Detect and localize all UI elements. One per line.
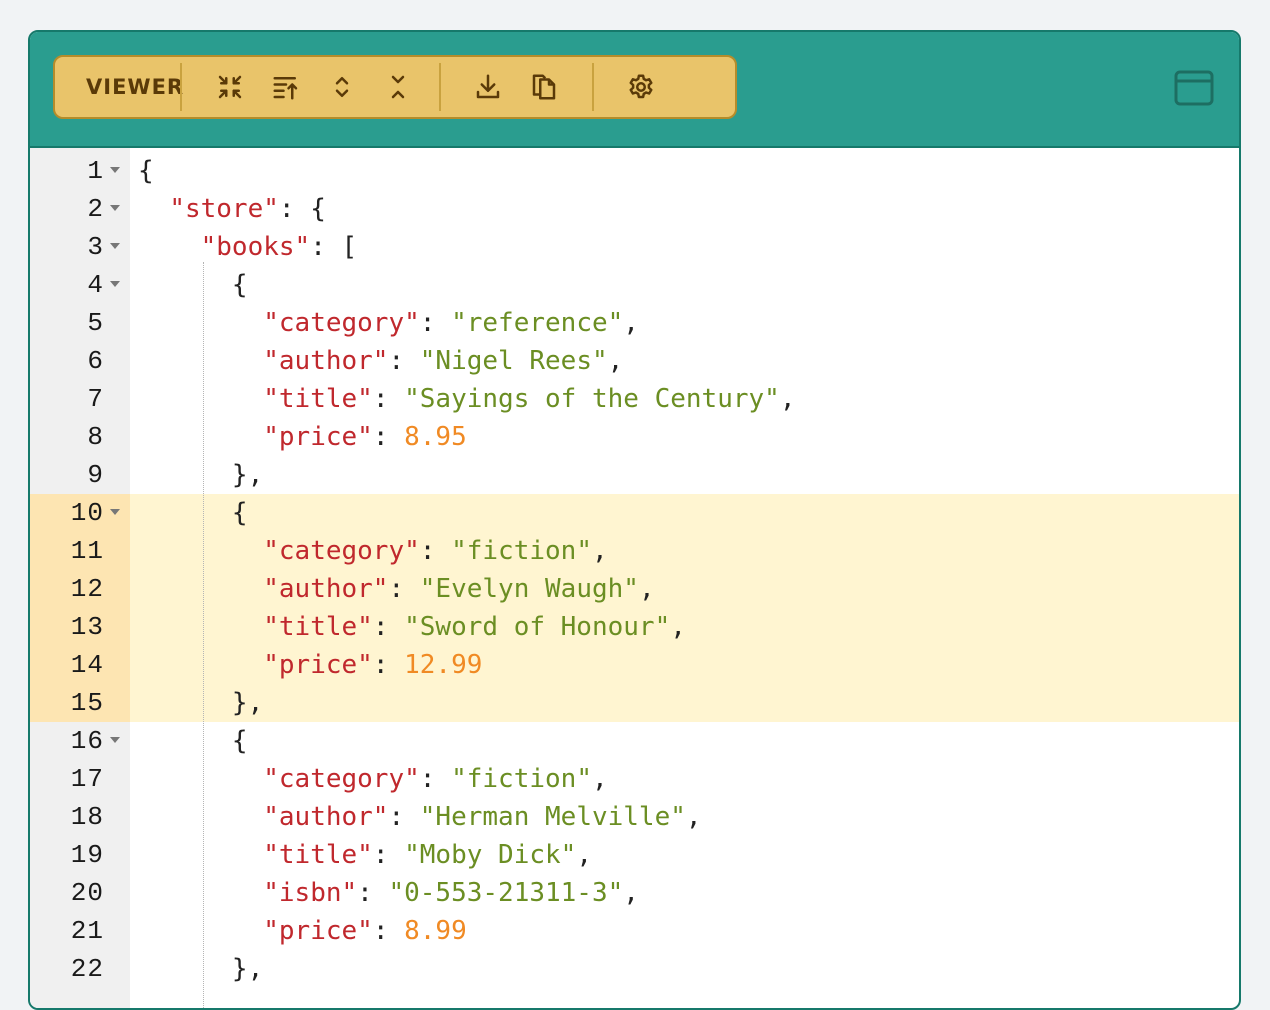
code-text: "title": "Moby Dick",	[263, 840, 592, 870]
line-number: 9	[87, 460, 104, 490]
code-line: 2 "store": {	[30, 190, 1239, 228]
gear-icon	[629, 74, 653, 99]
code-line: 7 "title": "Sayings of the Century",	[30, 380, 1239, 418]
code-text: "title": "Sayings of the Century",	[263, 384, 796, 414]
code-text: "author": "Nigel Rees",	[263, 346, 624, 376]
window-button[interactable]	[1174, 70, 1214, 106]
code-text: "category": "fiction",	[263, 764, 608, 794]
code-text: "store": {	[169, 194, 326, 224]
arrows-inward-icon	[218, 75, 242, 99]
indent-guide	[203, 262, 204, 1008]
fold-toggle-icon[interactable]	[110, 281, 120, 287]
window-icon	[1174, 70, 1214, 106]
code-line: 22 },	[30, 950, 1239, 988]
settings-button[interactable]	[613, 59, 669, 115]
code-text: {	[138, 726, 248, 756]
chevron-up-down-icon	[335, 77, 349, 97]
code-editor[interactable]: 1{2 "store": {3 "books": [4 {5 "category…	[30, 148, 1239, 1008]
code-text: "title": "Sword of Honour",	[263, 612, 686, 642]
fold-toggle-icon[interactable]	[110, 509, 120, 515]
line-number: 14	[70, 650, 104, 680]
download-button[interactable]	[460, 59, 516, 115]
code-line: 12 "author": "Evelyn Waugh",	[30, 570, 1239, 608]
code-text: "author": "Evelyn Waugh",	[263, 574, 655, 604]
code-text: },	[138, 954, 264, 984]
line-number: 20	[70, 878, 104, 908]
line-number: 10	[70, 498, 104, 528]
line-number: 4	[87, 270, 104, 300]
code-line: 5 "category": "reference",	[30, 304, 1239, 342]
code-text: {	[138, 498, 248, 528]
chevron-down-up-icon	[391, 75, 405, 99]
download-icon	[476, 74, 500, 99]
line-number: 16	[70, 726, 104, 756]
line-number: 2	[87, 194, 104, 224]
code-line: 10 {	[30, 494, 1239, 532]
code-line: 1{	[30, 152, 1239, 190]
code-line: 4 {	[30, 266, 1239, 304]
line-number: 13	[70, 612, 104, 642]
line-number: 3	[87, 232, 104, 262]
line-number: 22	[70, 954, 104, 984]
collapse-button[interactable]	[370, 59, 426, 115]
code-line: 8 "price": 8.95	[30, 418, 1239, 456]
json-viewer-panel: VIEWER 1 {2 "store": {3 "books": [4 {…	[28, 30, 1241, 1010]
line-number: 7	[87, 384, 104, 414]
code-line: 18 "author": "Herman Melville",	[30, 798, 1239, 836]
code-text: {	[138, 156, 154, 186]
code-text: "price": 12.99	[263, 650, 483, 680]
code-text: "author": "Herman Melville",	[263, 802, 702, 832]
code-line: 6 "author": "Nigel Rees",	[30, 342, 1239, 380]
code-text: {	[138, 270, 248, 300]
line-number: 8	[87, 422, 104, 452]
sort-button[interactable]	[258, 59, 314, 115]
code-text: "category": "reference",	[263, 308, 639, 338]
fold-toggle-icon[interactable]	[110, 737, 120, 743]
line-number: 6	[87, 346, 104, 376]
code-line: 21 "price": 8.99	[30, 912, 1239, 950]
code-line: 19 "title": "Moby Dick",	[30, 836, 1239, 874]
code-text: "books": [	[200, 232, 358, 262]
fold-toggle-icon[interactable]	[110, 167, 120, 173]
code-text: "category": "fiction",	[263, 536, 608, 566]
viewer-header: VIEWER	[30, 32, 1239, 148]
line-number: 17	[70, 764, 104, 794]
code-line: 20 "isbn": "0-553-21311-3",	[30, 874, 1239, 912]
viewer-title: VIEWER	[86, 75, 185, 99]
code-line: 16 {	[30, 722, 1239, 760]
code-text: "isbn": "0-553-21311-3",	[263, 878, 639, 908]
viewer-toolbar: VIEWER	[53, 55, 737, 119]
line-number: 12	[70, 574, 104, 604]
code-text: "price": 8.95	[263, 422, 467, 452]
line-number: 15	[70, 688, 104, 718]
sort-up-icon	[273, 77, 298, 100]
code-line: 9 },	[30, 456, 1239, 494]
copy-icon	[532, 74, 556, 100]
expand-button[interactable]	[314, 59, 370, 115]
code-line: 3 "books": [	[30, 228, 1239, 266]
code-line: 14 "price": 12.99	[30, 646, 1239, 684]
code-text: },	[138, 460, 264, 490]
code-line: 17 "category": "fiction",	[30, 760, 1239, 798]
line-number: 21	[70, 916, 104, 946]
fold-toggle-icon[interactable]	[110, 205, 120, 211]
code-text: },	[138, 688, 264, 718]
collapse-all-button[interactable]	[202, 59, 258, 115]
line-number: 18	[70, 802, 104, 832]
code-line: 11 "category": "fiction",	[30, 532, 1239, 570]
line-number: 5	[87, 308, 104, 338]
code-line: 15 },	[30, 684, 1239, 722]
line-number: 1	[87, 156, 104, 186]
code-line: 13 "title": "Sword of Honour",	[30, 608, 1239, 646]
copy-button[interactable]	[516, 59, 572, 115]
line-number: 19	[70, 840, 104, 870]
line-number: 11	[70, 536, 104, 566]
code-text: "price": 8.99	[263, 916, 467, 946]
fold-toggle-icon[interactable]	[110, 243, 120, 249]
